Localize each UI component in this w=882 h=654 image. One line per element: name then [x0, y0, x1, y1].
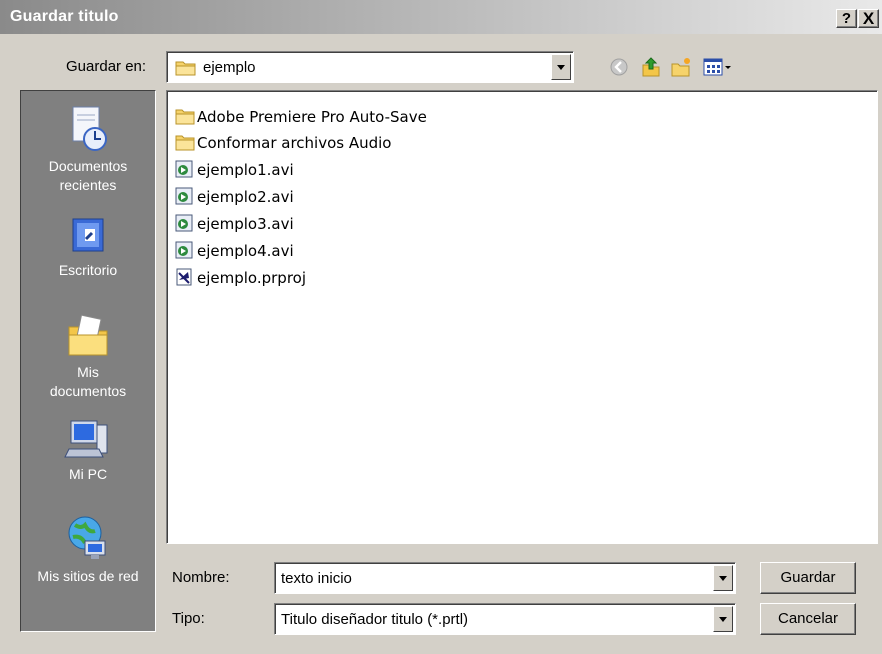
place-my-documents[interactable]: Mis documentos — [21, 311, 155, 401]
current-folder-name: ejemplo — [203, 59, 256, 76]
place-label-desktop: Escritorio — [58, 262, 118, 278]
save-in-label: Guardar en: — [66, 58, 147, 75]
file-type-select[interactable]: Titulo diseñador titulo (*.prtl) — [274, 603, 736, 635]
view-menu-icon[interactable] — [702, 56, 734, 78]
place-label-network: Mis sitios de red — [37, 568, 139, 584]
close-button[interactable]: X — [858, 9, 879, 28]
new-folder-icon[interactable] — [670, 56, 692, 78]
file-name: ejemplo2.avi — [197, 188, 294, 206]
folder-icon — [175, 109, 195, 125]
name-label: Nombre: — [172, 569, 230, 586]
avi-file-icon — [175, 187, 193, 205]
window-title: Guardar titulo — [10, 8, 119, 25]
place-desktop[interactable]: Escritorio — [21, 215, 155, 280]
my-documents-icon — [68, 314, 108, 356]
recent-documents-icon — [72, 106, 107, 151]
file-list[interactable]: Adobe Premiere Pro Auto-Save Conformar a… — [166, 90, 878, 544]
up-folder-icon[interactable] — [640, 56, 662, 78]
save-button[interactable]: Guardar — [760, 562, 856, 594]
avi-file-icon — [175, 241, 193, 259]
place-recent-documents[interactable]: Documentos recientes — [21, 105, 155, 195]
file-name: ejemplo1.avi — [197, 161, 294, 179]
place-label-my-computer: Mi PC — [68, 466, 108, 482]
file-name: Conformar archivos Audio — [197, 134, 392, 152]
place-label-my-documents: Mis documentos — [49, 364, 127, 399]
premiere-project-icon — [176, 268, 192, 286]
file-name: ejemplo.prproj — [197, 269, 306, 287]
file-name: ejemplo3.avi — [197, 215, 294, 233]
place-label-recent: Documentos recientes — [48, 158, 128, 193]
type-label: Tipo: — [172, 610, 205, 627]
avi-file-icon — [175, 214, 193, 232]
back-icon[interactable] — [608, 56, 630, 78]
my-computer-icon — [64, 420, 108, 458]
file-type-value: Titulo diseñador titulo (*.prtl) — [281, 611, 469, 628]
folder-icon — [175, 135, 195, 151]
cancel-button[interactable]: Cancelar — [760, 603, 856, 635]
save-in-dropdown[interactable]: ejemplo — [166, 51, 574, 83]
network-places-icon — [68, 516, 106, 559]
place-network[interactable]: Mis sitios de red — [21, 513, 155, 586]
desktop-icon — [72, 218, 104, 252]
avi-file-icon — [175, 160, 193, 178]
file-name: Adobe Premiere Pro Auto-Save — [197, 108, 427, 126]
place-my-computer[interactable]: Mi PC — [21, 417, 155, 484]
save-in-dropdown-arrow[interactable] — [551, 54, 571, 80]
filename-dropdown-arrow[interactable] — [713, 565, 733, 591]
title-bar: Guardar titulo ? X — [0, 0, 882, 34]
filename-value: texto inicio — [281, 570, 352, 587]
help-button[interactable]: ? — [836, 9, 857, 28]
filename-field[interactable]: texto inicio — [274, 562, 736, 594]
file-type-dropdown-arrow[interactable] — [713, 606, 733, 632]
file-name: ejemplo4.avi — [197, 242, 294, 260]
places-bar: Documentos recientes Escritorio Mis docu… — [20, 90, 156, 632]
folder-icon — [175, 61, 196, 76]
